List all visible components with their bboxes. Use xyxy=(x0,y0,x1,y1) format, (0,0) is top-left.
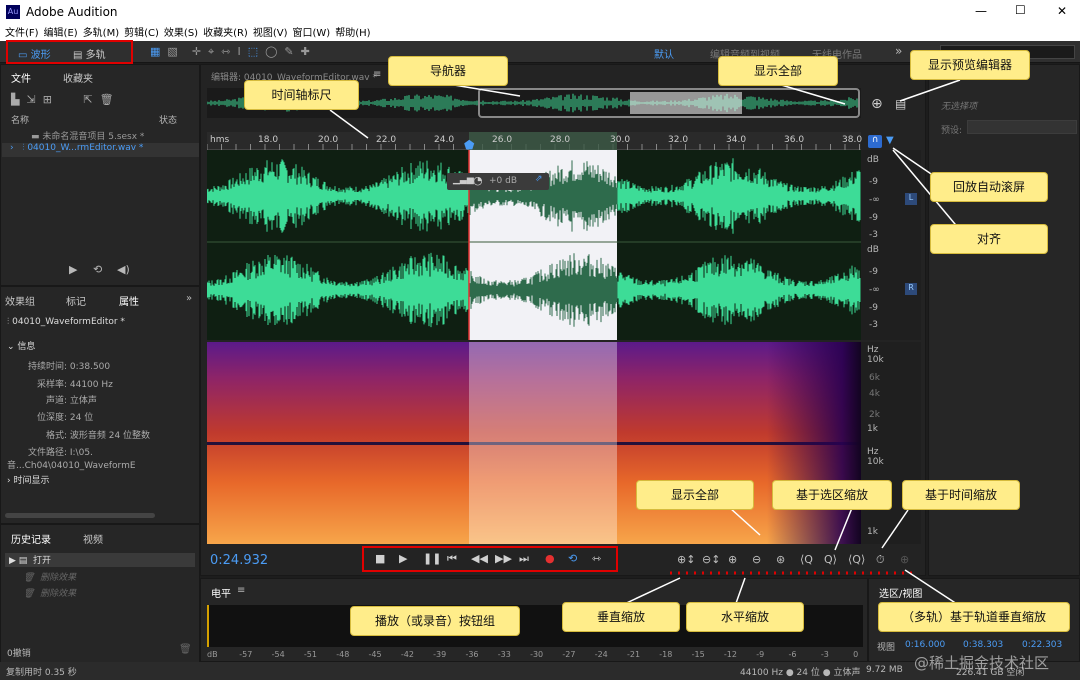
callout-horizontal-zoom: 水平缩放 xyxy=(686,602,804,632)
leader-line xyxy=(881,509,909,549)
callout-timeline-ruler: 时间轴标尺 xyxy=(244,80,359,110)
callout-preview-editor: 显示预览编辑器 xyxy=(910,50,1030,80)
leader-line xyxy=(329,109,369,139)
callout-zoom-all-bottom: 显示全部 xyxy=(636,480,754,510)
leader-line xyxy=(834,507,853,551)
callout-snap: 对齐 xyxy=(930,224,1048,254)
leader-line xyxy=(729,507,761,536)
callout-transport: 播放（或录音）按钮组 xyxy=(350,606,520,636)
callout-track-vertical-zoom: （多轨）基于轨道垂直缩放 xyxy=(878,602,1070,632)
callout-lines xyxy=(329,79,961,607)
callout-autoscroll: 回放自动滚屏 xyxy=(930,172,1048,202)
callout-navigator: 导航器 xyxy=(388,56,508,86)
callout-vertical-zoom: 垂直缩放 xyxy=(562,602,680,632)
leader-line xyxy=(899,79,961,102)
callout-zoom-selection: 基于选区缩放 xyxy=(772,480,892,510)
callout-zoom-all-top: 显示全部 xyxy=(718,56,838,86)
leader-line xyxy=(904,569,961,607)
callout-zoom-time: 基于时间缩放 xyxy=(902,480,1020,510)
leader-line xyxy=(777,83,846,105)
